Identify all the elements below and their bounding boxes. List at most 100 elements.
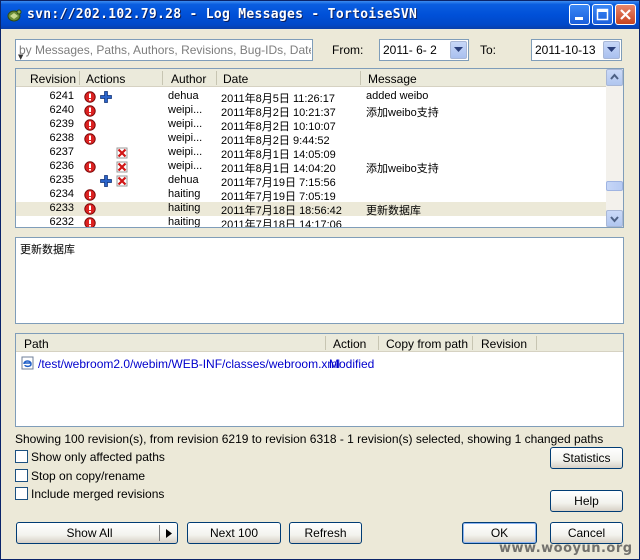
log-messages-window: svn://202.102.79.28 - Log Messages - Tor… <box>0 0 640 560</box>
log-row-author: haiting <box>168 216 201 228</box>
log-row-revision: 6235 <box>49 174 74 186</box>
log-row-author: weipi... <box>168 118 203 130</box>
deleted-icon <box>116 161 128 173</box>
split-divider <box>159 525 160 541</box>
log-row-revision: 6239 <box>49 118 74 130</box>
log-row[interactable]: 6238 weipi... 2011年8月2日 9:44:52 <box>16 132 606 147</box>
refresh-button[interactable]: Refresh <box>289 522 362 544</box>
changed-path-text: /test/webroom2.0/webim/WEB-INF/classes/w… <box>38 357 341 371</box>
checkbox-box[interactable] <box>15 450 28 463</box>
minimize-icon <box>575 17 583 20</box>
log-row-author: dehua <box>168 174 199 186</box>
scroll-up-button[interactable] <box>606 69 623 86</box>
deleted-icon <box>116 175 128 187</box>
column-header-action[interactable]: Action <box>333 337 366 351</box>
to-date-dropdown-button[interactable] <box>603 41 620 59</box>
checkbox-label: Stop on copy/rename <box>31 469 146 483</box>
log-row[interactable]: 6237 weipi... 2011年8月1日 14:05:09 <box>16 146 606 161</box>
close-icon <box>620 9 631 20</box>
column-divider[interactable] <box>472 336 473 350</box>
chevron-up-icon <box>610 73 619 80</box>
log-row-revision: 6236 <box>49 160 74 172</box>
column-header-date[interactable]: Date <box>223 72 248 86</box>
title-bar[interactable]: svn://202.102.79.28 - Log Messages - Tor… <box>1 1 639 29</box>
column-header-message[interactable]: Message <box>368 72 417 86</box>
show-all-label: Show All <box>66 526 113 540</box>
column-header-revision[interactable]: Revision <box>30 72 76 86</box>
window-title: svn://202.102.79.28 - Log Messages - Tor… <box>27 7 418 22</box>
scroll-down-button[interactable] <box>606 210 623 227</box>
log-row-actions <box>84 188 164 202</box>
minimize-button[interactable] <box>569 4 590 25</box>
log-row-revision: 6234 <box>49 188 74 200</box>
log-row-date: 2011年7月18日 14:17:06 <box>221 219 342 228</box>
column-header-path[interactable]: Path <box>24 337 49 351</box>
filter-placeholder: by Messages, Paths, Authors, Revisions, … <box>19 43 311 57</box>
filter-search-input[interactable]: by Messages, Paths, Authors, Revisions, … <box>15 39 313 61</box>
added-icon <box>100 175 112 187</box>
log-row-actions <box>84 90 164 104</box>
changed-path-row[interactable]: /test/webroom2.0/webim/WEB-INF/classes/w… <box>16 356 623 372</box>
paths-list-header: Path Action Copy from path Revision <box>16 334 623 352</box>
revision-log-list[interactable]: Revision Actions Author Date Message 624… <box>15 68 624 228</box>
column-divider[interactable] <box>162 71 163 85</box>
log-row-revision: 6240 <box>49 104 74 116</box>
log-row[interactable]: 6236 weipi... 2011年8月1日 14:04:20 添加weibo支持 <box>16 160 606 175</box>
to-label: To: <box>480 43 497 57</box>
log-row-author: weipi... <box>168 132 203 144</box>
chevron-right-icon[interactable] <box>166 529 172 538</box>
modified-icon <box>84 105 96 117</box>
log-row-revision: 6237 <box>49 146 74 158</box>
scroll-thumb[interactable] <box>606 181 623 191</box>
column-header-author[interactable]: Author <box>171 72 206 86</box>
column-header-revision[interactable]: Revision <box>481 337 527 351</box>
log-row[interactable]: 6240 weipi... 2011年8月2日 10:21:37 添加weibo支持 <box>16 104 606 119</box>
close-button[interactable] <box>615 4 636 25</box>
log-message-box[interactable]: 更新数据库 <box>15 237 624 324</box>
filter-dropdown-icon[interactable]: ▼ <box>18 53 23 61</box>
status-summary: Showing 100 revision(s), from revision 6… <box>15 432 604 446</box>
changed-paths-list[interactable]: Path Action Copy from path Revision /tes… <box>15 333 624 427</box>
maximize-button[interactable] <box>592 4 613 25</box>
ie-file-icon <box>21 356 34 370</box>
log-row-message: added weibo <box>366 90 429 102</box>
checkbox-box[interactable] <box>15 469 28 482</box>
checkbox-box[interactable] <box>15 487 28 500</box>
from-date-dropdown-button[interactable] <box>450 41 467 59</box>
column-divider[interactable] <box>378 336 379 350</box>
column-divider[interactable] <box>360 71 361 85</box>
watermark: www.wooyun.org <box>499 541 633 556</box>
log-list-scrollbar[interactable] <box>606 69 623 227</box>
checkbox-label: Show only affected paths <box>31 450 165 464</box>
show-all-split-button[interactable]: Show All <box>16 522 178 544</box>
to-date-picker[interactable]: 2011-10-13 <box>531 39 622 61</box>
column-divider[interactable] <box>79 71 80 85</box>
chevron-down-icon <box>454 47 463 52</box>
modified-icon <box>84 161 96 173</box>
modified-icon <box>84 189 96 201</box>
help-button[interactable]: Help <box>550 490 623 512</box>
checkbox-label: Include merged revisions <box>31 487 165 501</box>
log-row-actions <box>84 216 164 227</box>
column-divider[interactable] <box>325 336 326 350</box>
log-row-author: weipi... <box>168 160 203 172</box>
log-row[interactable]: 6234 haiting 2011年7月19日 7:05:19 <box>16 188 606 203</box>
log-row[interactable]: 6239 weipi... 2011年8月2日 10:10:07 <box>16 118 606 133</box>
log-row[interactable]: 6241 dehua 2011年8月5日 11:26:17 added weibo <box>16 90 606 105</box>
column-divider[interactable] <box>536 336 537 350</box>
next-100-button[interactable]: Next 100 <box>187 522 281 544</box>
log-row-revision: 6232 <box>49 216 74 228</box>
log-row[interactable]: 6235 dehua 2011年7月19日 7:15:56 <box>16 174 606 189</box>
from-date-picker[interactable]: 2011- 6- 2 <box>379 39 469 61</box>
log-row[interactable]: 6232 haiting 2011年7月18日 14:17:06 <box>16 216 606 228</box>
statistics-button[interactable]: Statistics <box>550 447 623 469</box>
column-header-actions[interactable]: Actions <box>86 72 125 86</box>
chevron-down-icon <box>607 47 616 52</box>
log-row[interactable]: 6233 haiting 2011年7月18日 18:56:42 更新数据库 <box>16 202 606 217</box>
log-row-revision: 6233 <box>49 202 74 214</box>
to-date-value: 2011-10-13 <box>535 43 596 57</box>
column-divider[interactable] <box>216 71 217 85</box>
column-header-copy-from-path[interactable]: Copy from path <box>386 337 468 351</box>
modified-icon <box>84 91 96 103</box>
modified-icon <box>84 203 96 215</box>
